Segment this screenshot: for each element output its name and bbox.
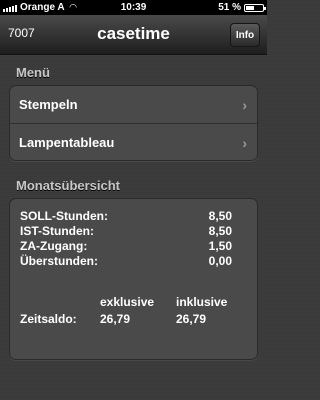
status-right: 51 % <box>177 2 266 13</box>
column-header-inclusive: inklusive <box>176 295 228 309</box>
battery-icon <box>244 3 266 12</box>
summary-value: 1,50 <box>208 239 232 253</box>
saldo-exclusive-value: 26,79 <box>100 312 131 326</box>
menu-group: Stempeln › Lampentableau › <box>9 85 258 161</box>
summary-value: 0,00 <box>208 254 232 268</box>
summary-row: ZA-Zugang: 1,50 <box>20 239 248 254</box>
summary-value: 8,50 <box>208 209 232 223</box>
saldo-row: Zeitsaldo: 26,79 26,79 <box>20 312 248 328</box>
summary-row: SOLL-Stunden: 8,50 <box>20 209 248 224</box>
column-header-exclusive: exklusive <box>100 295 155 309</box>
saldo-inclusive-value: 26,79 <box>176 312 207 326</box>
battery-fill <box>246 5 255 10</box>
summary-label: IST-Stunden: <box>20 224 94 238</box>
summary-label: Überstunden: <box>20 254 98 268</box>
navigation-bar: 7007 casetime Info <box>0 15 267 55</box>
page-title: casetime <box>97 24 170 43</box>
info-button[interactable]: Info <box>230 23 260 47</box>
summary-row: IST-Stunden: 8,50 <box>20 224 248 239</box>
chevron-right-icon: › <box>242 97 247 113</box>
summary-value: 8,50 <box>208 224 232 238</box>
signal-strength-icon <box>3 4 17 12</box>
saldo-label: Zeitsaldo: <box>20 312 77 326</box>
battery-percent: 51 % <box>218 2 241 13</box>
status-time: 10:39 <box>120 2 147 13</box>
menu-item-lampentableau[interactable]: Lampentableau › <box>10 123 257 160</box>
overview-group: SOLL-Stunden: 8,50 IST-Stunden: 8,50 ZA-… <box>9 198 258 360</box>
menu-section-header: Menü <box>16 65 50 80</box>
menu-item-stempeln[interactable]: Stempeln › <box>10 86 257 123</box>
saldo-column-headers: exklusive inklusive <box>20 295 248 312</box>
carrier-name: Orange A <box>20 2 65 13</box>
status-left: Orange A ◠ <box>3 2 90 13</box>
summary-label: ZA-Zugang: <box>20 239 88 253</box>
overview-section-header: Monatsübersicht <box>16 178 121 193</box>
summary-row: Überstunden: 0,00 <box>20 254 248 269</box>
wifi-icon: ◠ <box>69 2 77 12</box>
menu-item-label: Lampentableau <box>19 134 115 150</box>
summary-label: SOLL-Stunden: <box>20 209 108 223</box>
chevron-right-icon: › <box>242 135 247 151</box>
menu-item-label: Stempeln <box>19 97 78 112</box>
status-bar: Orange A ◠ 10:39 51 % <box>0 0 267 15</box>
overview-summary: SOLL-Stunden: 8,50 IST-Stunden: 8,50 ZA-… <box>10 199 257 328</box>
